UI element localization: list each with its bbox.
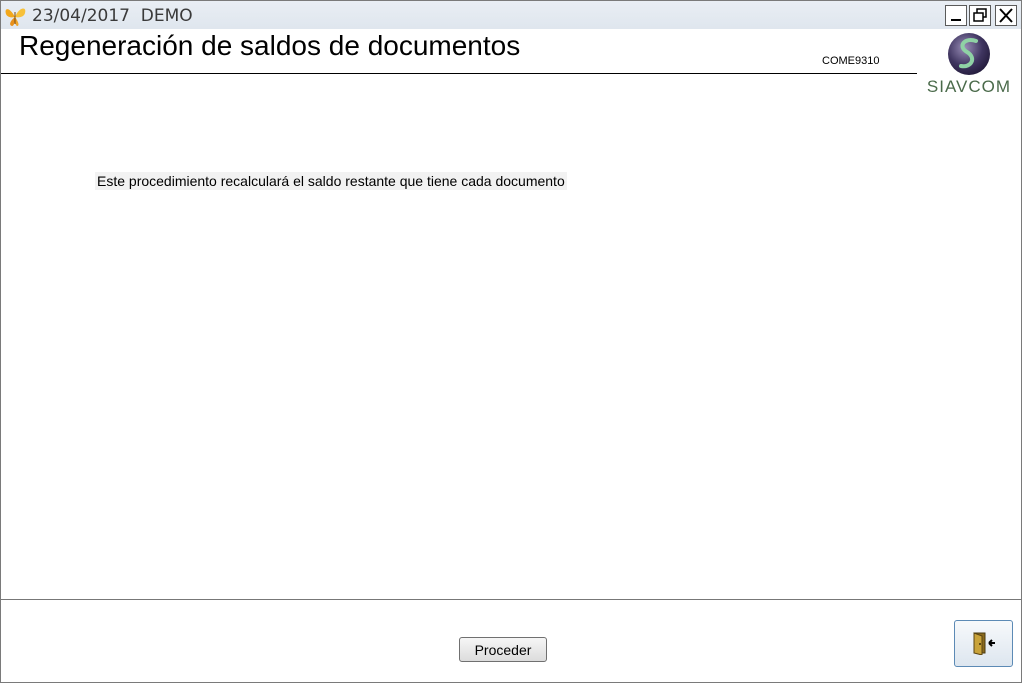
exit-button[interactable] <box>954 620 1013 667</box>
title-bar[interactable]: 23/04/2017 DEMO <box>1 1 1021 29</box>
program-code: COME9310 <box>822 55 880 67</box>
page-title: Regeneración de saldos de documentos <box>19 30 521 61</box>
procedure-description: Este procedimiento recalculará el saldo … <box>95 172 567 190</box>
proceed-button[interactable]: Proceder <box>459 637 547 662</box>
logo-wordmark: SIAVCOM <box>926 77 1012 96</box>
window-title: 23/04/2017 DEMO <box>32 6 193 26</box>
butterfly-app-icon <box>3 4 29 28</box>
footer-divider <box>1 599 1021 600</box>
app-window: 23/04/2017 DEMO Regeneración de saldos d… <box>0 0 1022 683</box>
header-divider <box>1 73 917 74</box>
minimize-button[interactable] <box>945 5 967 26</box>
restore-button[interactable] <box>969 5 991 26</box>
siavcom-logo: SIAVCOM <box>921 32 1017 102</box>
close-button[interactable] <box>995 5 1017 26</box>
siavcom-logo-emblem-icon <box>948 33 990 75</box>
